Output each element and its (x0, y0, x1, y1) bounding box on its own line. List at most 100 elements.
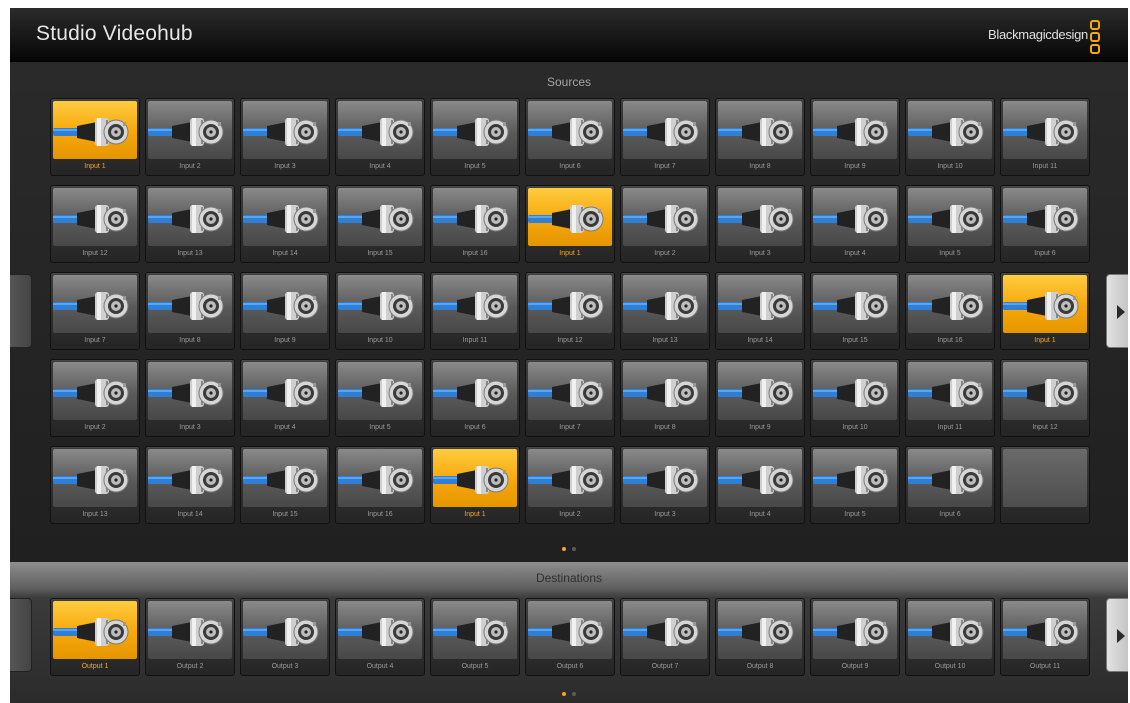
source-tile[interactable]: Input 8 (145, 272, 235, 350)
page-dot[interactable] (562, 692, 566, 696)
source-label: Input 3 (274, 163, 296, 170)
source-tile[interactable]: Input 15 (240, 446, 330, 524)
source-label: Input 3 (654, 511, 676, 518)
source-tile[interactable]: Input 4 (335, 98, 425, 176)
source-tile[interactable]: Input 16 (430, 185, 520, 263)
source-thumbnail (813, 188, 897, 246)
source-tile[interactable]: Input 16 (335, 446, 425, 524)
source-tile[interactable]: Input 15 (810, 272, 900, 350)
destination-tile[interactable]: Output 8 (715, 598, 805, 676)
source-label: Input 4 (274, 424, 296, 431)
source-tile[interactable]: Input 1 (50, 98, 140, 176)
source-tile[interactable]: Input 8 (715, 98, 805, 176)
source-tile[interactable]: Input 9 (715, 359, 805, 437)
destination-tile[interactable]: Output 6 (525, 598, 615, 676)
destination-tile[interactable]: Output 4 (335, 598, 425, 676)
source-thumbnail (243, 101, 327, 159)
source-tile[interactable]: Input 2 (620, 185, 710, 263)
destination-tile[interactable]: Output 1 (50, 598, 140, 676)
source-tile[interactable]: Input 14 (715, 272, 805, 350)
destination-tile[interactable]: Output 5 (430, 598, 520, 676)
source-tile[interactable]: Input 13 (50, 446, 140, 524)
bnc-connector-icon (528, 118, 604, 146)
source-tile[interactable]: Input 4 (715, 446, 805, 524)
page-dot[interactable] (572, 547, 576, 551)
source-tile[interactable]: Input 13 (620, 272, 710, 350)
source-tile[interactable]: Input 2 (50, 359, 140, 437)
bnc-connector-icon (433, 466, 509, 494)
source-tile[interactable]: Input 12 (525, 272, 615, 350)
source-tile[interactable]: Input 7 (525, 359, 615, 437)
source-tile[interactable]: Input 6 (430, 359, 520, 437)
source-label: Input 15 (272, 511, 298, 518)
source-tile[interactable]: Input 10 (335, 272, 425, 350)
source-tile[interactable]: Input 6 (905, 446, 995, 524)
source-tile[interactable]: Input 4 (810, 185, 900, 263)
title-bar: Studio Videohub Blackmagicdesign (10, 8, 1128, 62)
source-label: Input 2 (179, 163, 201, 170)
source-label: Input 6 (464, 424, 486, 431)
source-tile[interactable]: Input 11 (1000, 98, 1090, 176)
destination-tile[interactable]: Output 10 (905, 598, 995, 676)
source-tile[interactable]: Input 1 (1000, 272, 1090, 350)
source-thumbnail (243, 275, 327, 333)
source-tile[interactable]: Input 10 (905, 98, 995, 176)
source-tile[interactable]: Input 11 (430, 272, 520, 350)
source-tile[interactable]: Input 1 (430, 446, 520, 524)
source-tile[interactable]: Input 16 (905, 272, 995, 350)
source-tile[interactable]: Input 9 (240, 272, 330, 350)
destination-tile[interactable]: Output 2 (145, 598, 235, 676)
source-tile[interactable]: Input 15 (335, 185, 425, 263)
source-tile[interactable]: Input 3 (620, 446, 710, 524)
source-tile[interactable]: Input 11 (905, 359, 995, 437)
source-tile[interactable]: Input 14 (145, 446, 235, 524)
source-tile[interactable]: Input 5 (335, 359, 425, 437)
sources-prev-tab[interactable] (10, 274, 32, 348)
source-tile[interactable] (1000, 446, 1090, 524)
source-tile[interactable]: Input 7 (50, 272, 140, 350)
source-tile[interactable]: Input 2 (525, 446, 615, 524)
source-tile[interactable]: Input 3 (240, 98, 330, 176)
source-tile[interactable]: Input 2 (145, 98, 235, 176)
source-label: Input 15 (367, 250, 393, 257)
destinations-next-button[interactable] (1106, 598, 1128, 672)
destination-thumbnail (433, 601, 517, 659)
bnc-connector-icon (528, 292, 604, 320)
source-thumbnail (148, 362, 232, 420)
source-tile[interactable]: Input 9 (810, 98, 900, 176)
source-tile[interactable]: Input 5 (905, 185, 995, 263)
source-thumbnail (908, 188, 992, 246)
destination-tile[interactable]: Output 11 (1000, 598, 1090, 676)
source-tile[interactable]: Input 13 (145, 185, 235, 263)
source-label: Input 6 (559, 163, 581, 170)
source-tile[interactable]: Input 6 (1000, 185, 1090, 263)
source-tile[interactable]: Input 3 (145, 359, 235, 437)
source-tile[interactable]: Input 1 (525, 185, 615, 263)
bnc-connector-icon (433, 379, 509, 407)
page-dot[interactable] (572, 692, 576, 696)
source-tile[interactable]: Input 12 (50, 185, 140, 263)
bnc-connector-icon (433, 118, 509, 146)
source-tile[interactable]: Input 5 (810, 446, 900, 524)
bnc-connector-icon (813, 118, 889, 146)
source-tile[interactable]: Input 5 (430, 98, 520, 176)
sources-page-indicator (10, 538, 1128, 556)
page-dot[interactable] (562, 547, 566, 551)
source-tile[interactable]: Input 8 (620, 359, 710, 437)
destination-tile[interactable]: Output 7 (620, 598, 710, 676)
source-tile[interactable]: Input 12 (1000, 359, 1090, 437)
source-thumbnail (718, 275, 802, 333)
destination-tile[interactable]: Output 3 (240, 598, 330, 676)
source-tile[interactable]: Input 3 (715, 185, 805, 263)
destination-tile[interactable]: Output 9 (810, 598, 900, 676)
source-tile[interactable]: Input 10 (810, 359, 900, 437)
destinations-prev-tab[interactable] (10, 598, 32, 672)
bnc-connector-icon (813, 379, 889, 407)
source-tile[interactable]: Input 4 (240, 359, 330, 437)
source-tile[interactable]: Input 14 (240, 185, 330, 263)
sources-next-button[interactable] (1106, 274, 1128, 348)
source-thumbnail (718, 101, 802, 159)
source-tile[interactable]: Input 7 (620, 98, 710, 176)
source-thumbnail (148, 449, 232, 507)
source-tile[interactable]: Input 6 (525, 98, 615, 176)
